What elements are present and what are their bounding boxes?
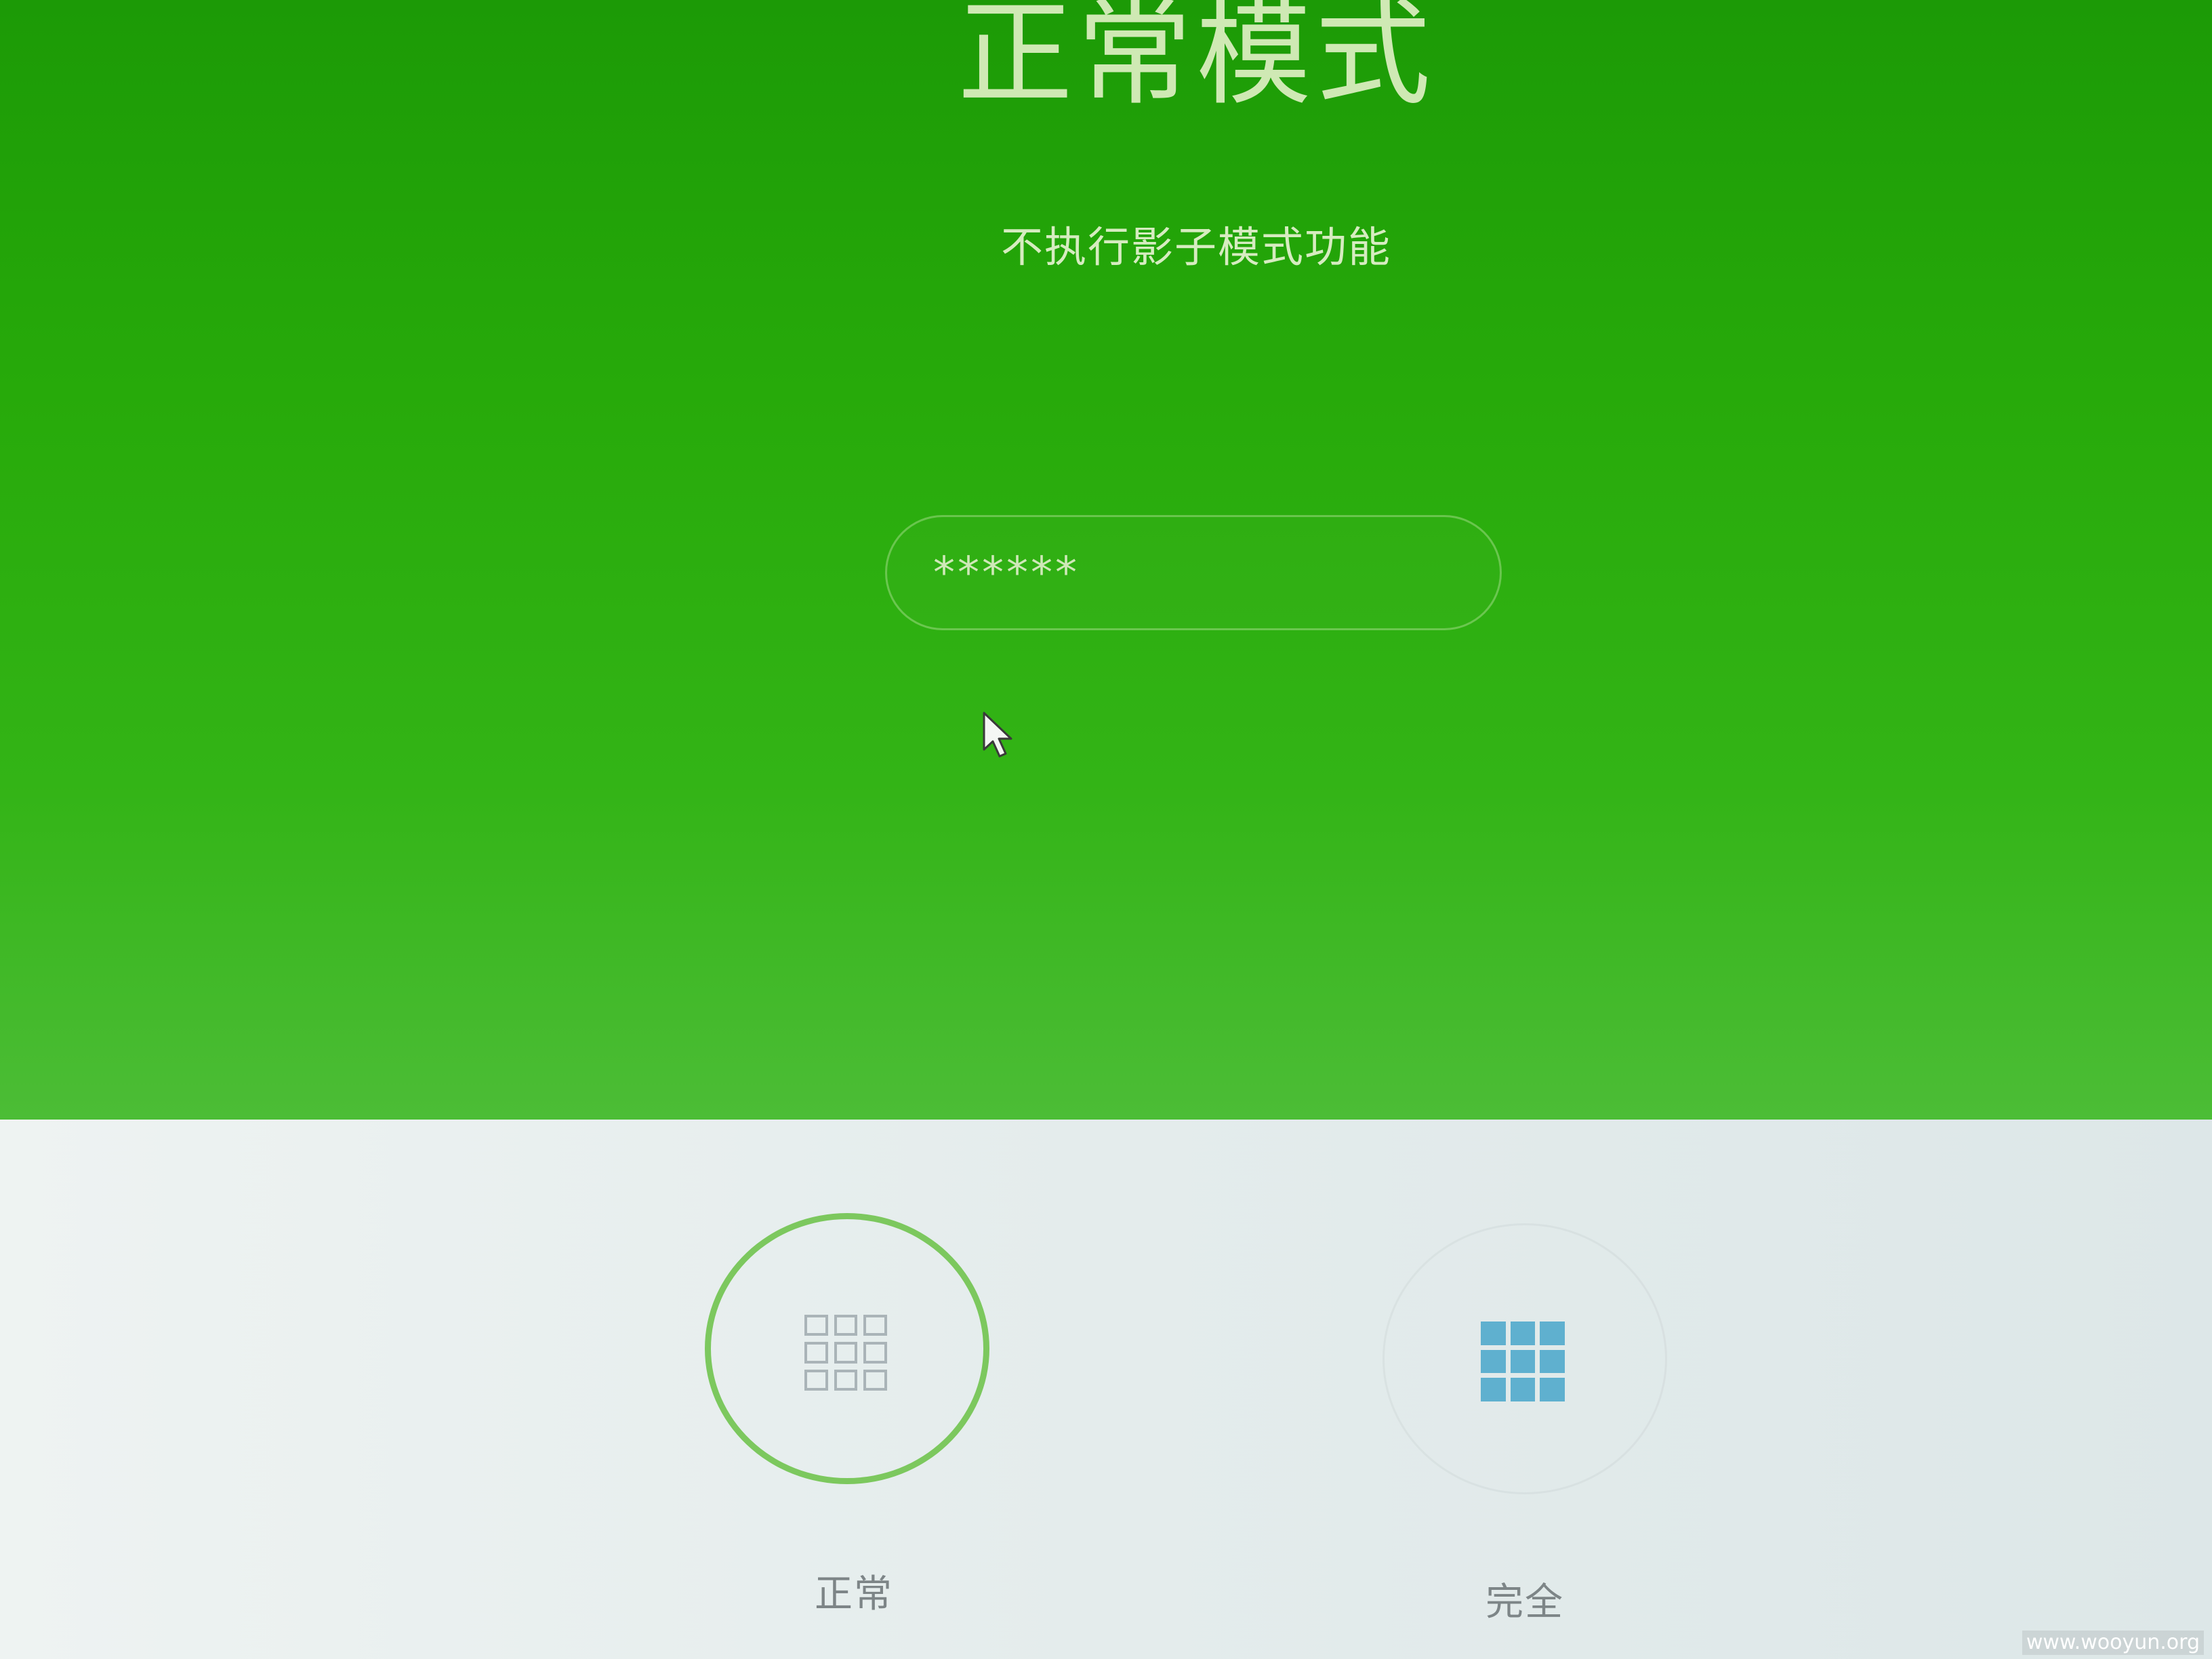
watermark: www.wooyun.org	[2022, 1631, 2204, 1655]
grid-solid-icon	[1481, 1322, 1565, 1401]
grid-outline-icon	[804, 1315, 887, 1391]
mode-normal-label[interactable]: 正常	[752, 1571, 956, 1618]
password-field[interactable]: ******	[885, 515, 1502, 630]
mode-full-label[interactable]: 完全	[1423, 1579, 1626, 1626]
password-value: ******	[933, 548, 1080, 598]
shadow-mode-screen: 正常模式 不执行影子模式功能 ****** 正常 完全 www.wooyun.o…	[0, 0, 2212, 1659]
mode-selector-panel	[0, 1120, 2212, 1659]
mode-info-panel: 正常模式 不执行影子模式功能 ******	[0, 0, 2212, 1120]
mouse-cursor-icon	[983, 712, 1012, 758]
mode-description: 不执行影子模式功能	[1000, 222, 1391, 272]
mode-title: 正常模式	[957, 0, 1435, 121]
